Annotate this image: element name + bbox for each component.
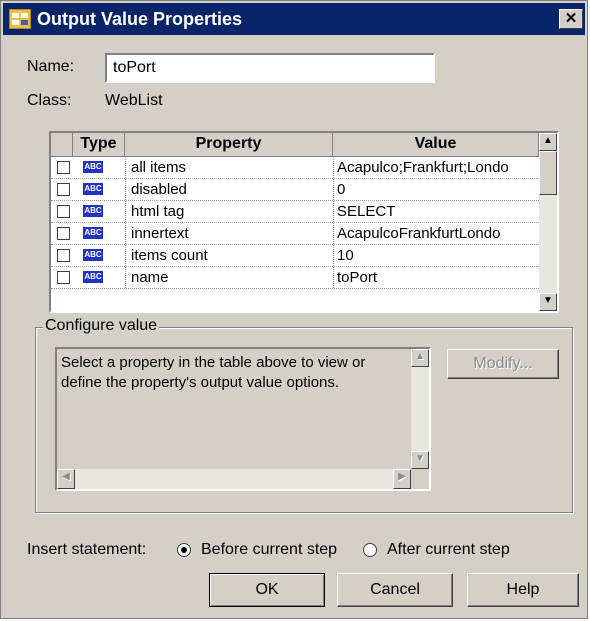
arrow-up-icon: ▲ <box>543 135 553 146</box>
header-type[interactable]: Type <box>73 133 125 157</box>
property-name: all items <box>131 159 187 176</box>
table-row[interactable]: ABC all items Acapulco;Frankfurt;Londo <box>51 157 539 179</box>
properties-table[interactable]: Type Property Value ABC all items Acapul… <box>49 131 559 313</box>
column-divider <box>333 267 334 288</box>
property-value: toPort <box>337 269 378 286</box>
before-current-step-label[interactable]: Before current step <box>201 540 337 560</box>
row-checkbox[interactable] <box>57 227 70 240</box>
string-type-icon: ABC <box>83 183 103 195</box>
column-divider <box>333 157 334 178</box>
arrow-left-icon: ◀ <box>62 471 70 482</box>
table-row[interactable]: ABC innertext AcapulcoFrankfurtLondo <box>51 223 539 245</box>
before-current-step-radio[interactable] <box>177 543 191 557</box>
table-body: ABC all items Acapulco;Frankfurt;Londo A… <box>51 157 539 289</box>
header-property[interactable]: Property <box>125 133 333 157</box>
arrow-down-icon: ▼ <box>543 295 553 306</box>
row-checkbox[interactable] <box>57 205 70 218</box>
class-label: Class: <box>27 92 72 109</box>
column-divider <box>333 179 334 200</box>
header-checkbox-column <box>51 133 73 157</box>
row-checkbox[interactable] <box>57 183 70 196</box>
arrow-right-icon: ▶ <box>398 471 406 482</box>
table-row[interactable]: ABC name toPort <box>51 267 539 289</box>
table-row[interactable]: ABC items count 10 <box>51 245 539 267</box>
name-field[interactable]: toPort <box>105 53 435 83</box>
column-divider <box>333 223 334 244</box>
table-vertical-scrollbar[interactable]: ▲ ▼ <box>539 133 557 311</box>
configure-value-legend: Configure value <box>43 316 160 336</box>
scroll-right-button[interactable]: ▶ <box>393 469 411 489</box>
property-name: disabled <box>131 181 187 198</box>
description-vertical-scrollbar[interactable]: ▲ ▼ <box>411 349 429 469</box>
property-value: AcapulcoFrankfurtLondo <box>337 225 501 242</box>
scroll-thumb[interactable] <box>539 151 557 195</box>
arrow-up-icon: ▲ <box>415 351 425 362</box>
property-value: Acapulco;Frankfurt;Londo <box>337 159 509 176</box>
string-type-icon: ABC <box>83 249 103 261</box>
name-label: Name: <box>27 58 75 75</box>
header-value[interactable]: Value <box>333 133 539 157</box>
cancel-button[interactable]: Cancel <box>337 573 453 607</box>
after-current-step-radio[interactable] <box>363 543 377 557</box>
row-checkbox[interactable] <box>57 271 70 284</box>
scroll-down-button[interactable]: ▼ <box>539 293 557 311</box>
property-name: items count <box>131 247 208 264</box>
column-divider <box>125 245 126 266</box>
row-checkbox[interactable] <box>57 249 70 262</box>
after-current-step-label[interactable]: After current step <box>387 540 510 560</box>
scroll-up-button[interactable]: ▲ <box>411 349 429 367</box>
column-divider <box>333 245 334 266</box>
table-row[interactable]: ABC html tag SELECT <box>51 201 539 223</box>
column-divider <box>333 201 334 222</box>
scroll-up-button[interactable]: ▲ <box>539 133 557 151</box>
output-value-icon <box>9 9 31 29</box>
output-value-properties-dialog: Output Value Properties ✕ Name: toPort C… <box>0 0 588 619</box>
arrow-down-icon: ▼ <box>415 453 425 464</box>
insert-statement-label: Insert statement: <box>27 541 147 558</box>
property-value: 0 <box>337 181 346 198</box>
column-divider <box>125 201 126 222</box>
table-header: Type Property Value <box>51 133 539 157</box>
window-title: Output Value Properties <box>37 9 243 29</box>
table-row[interactable]: ABC disabled 0 <box>51 179 539 201</box>
close-icon: ✕ <box>564 10 578 27</box>
string-type-icon: ABC <box>83 271 103 283</box>
property-name: html tag <box>131 203 185 220</box>
description-box: Select a property in the table above to … <box>55 347 431 491</box>
ok-button[interactable]: OK <box>209 573 325 607</box>
column-divider <box>125 179 126 200</box>
property-name: name <box>131 269 169 286</box>
column-divider <box>125 157 126 178</box>
string-type-icon: ABC <box>83 205 103 217</box>
column-divider <box>125 267 126 288</box>
modify-button[interactable]: Modify... <box>447 349 559 379</box>
scroll-down-button[interactable]: ▼ <box>411 451 429 469</box>
property-value: SELECT <box>337 203 396 220</box>
column-divider <box>125 223 126 244</box>
help-button[interactable]: Help <box>467 573 579 607</box>
property-name: innertext <box>131 225 189 242</box>
class-value: WebList <box>105 92 163 109</box>
radio-selected-dot <box>181 547 187 553</box>
string-type-icon: ABC <box>83 227 103 239</box>
description-horizontal-scrollbar[interactable]: ◀ ▶ <box>57 469 411 489</box>
scroll-left-button[interactable]: ◀ <box>57 469 75 489</box>
string-type-icon: ABC <box>83 161 103 173</box>
property-value: 10 <box>337 247 354 264</box>
description-text: Select a property in the table above to … <box>61 354 366 391</box>
close-button[interactable]: ✕ <box>559 9 583 29</box>
title-bar[interactable]: Output Value Properties ✕ <box>3 3 585 35</box>
row-checkbox[interactable] <box>57 161 70 174</box>
